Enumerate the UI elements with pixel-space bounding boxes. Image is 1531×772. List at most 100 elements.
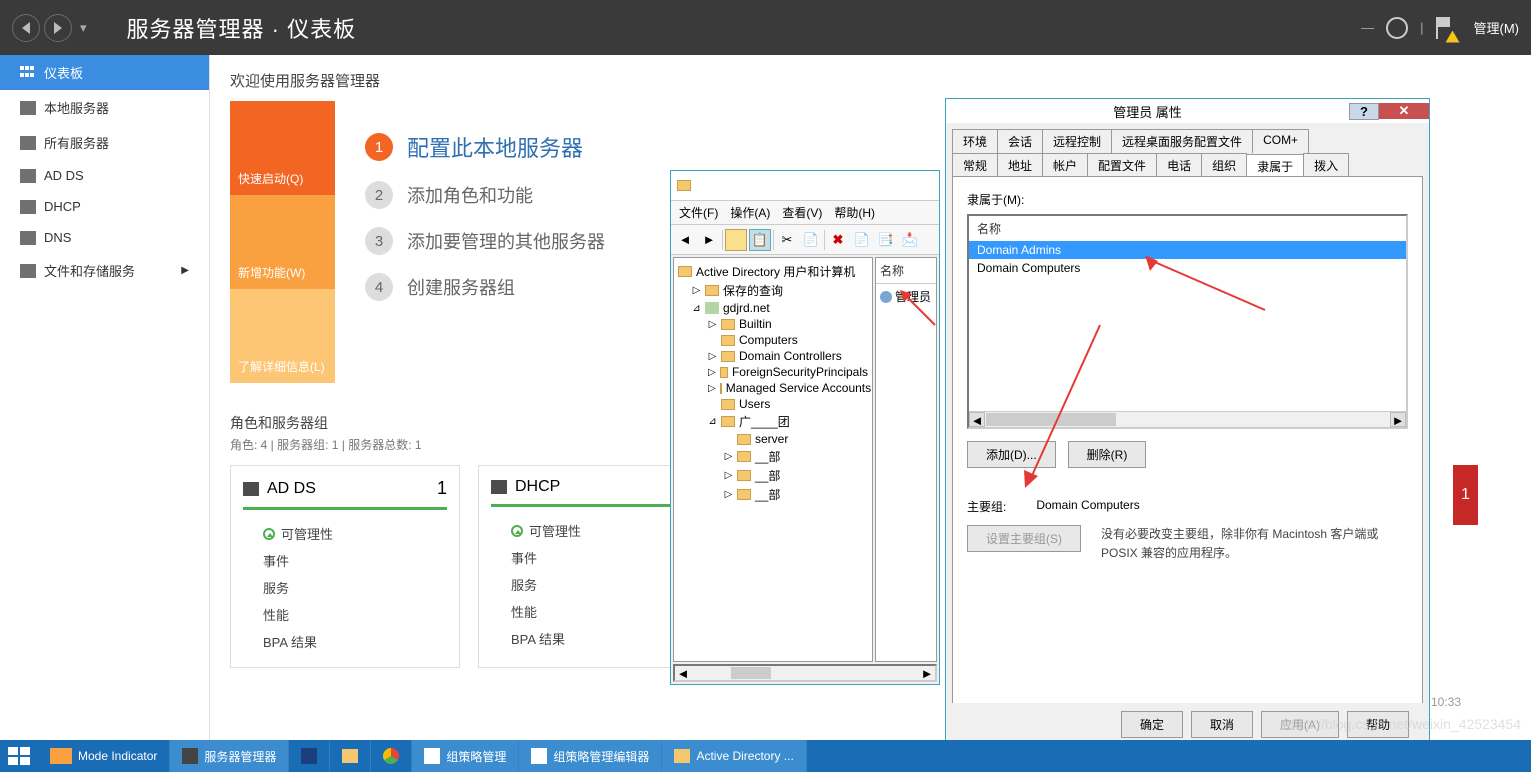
card-item[interactable]: 事件: [243, 547, 447, 574]
card-item[interactable]: 服务: [491, 571, 695, 598]
tree-node[interactable]: ▷__部: [678, 485, 868, 504]
tab-rds-profile[interactable]: 远程桌面服务配置文件: [1111, 129, 1253, 153]
notifications-flag-icon[interactable]: [1436, 17, 1454, 39]
nav-dropdown-icon[interactable]: ▾: [80, 20, 87, 36]
card-item[interactable]: 性能: [243, 601, 447, 628]
collapse-icon[interactable]: ⊿: [708, 417, 717, 426]
ok-button[interactable]: 确定: [1121, 711, 1183, 738]
tile-whatsnew[interactable]: 新增功能(W): [230, 195, 335, 289]
start-button[interactable]: [0, 740, 38, 772]
member-item-selected[interactable]: Domain Admins: [969, 241, 1406, 259]
ad-titlebar[interactable]: [671, 171, 939, 201]
taskbar-powershell[interactable]: [289, 740, 330, 772]
tab-remote-control[interactable]: 远程控制: [1042, 129, 1112, 153]
card-adds[interactable]: AD DS1 可管理性 事件 服务 性能 BPA 结果: [230, 465, 460, 668]
expand-icon[interactable]: ▷: [708, 352, 717, 361]
manage-menu[interactable]: 管理(M): [1474, 18, 1520, 37]
card-item[interactable]: BPA 结果: [243, 628, 447, 655]
taskbar-aduc[interactable]: Active Directory ...: [662, 740, 806, 772]
tree-node[interactable]: server: [678, 431, 868, 447]
forward-button[interactable]: [44, 14, 72, 42]
ad-scrollbar[interactable]: ◄►: [673, 664, 937, 682]
expand-icon[interactable]: ▷: [692, 286, 701, 295]
tab-address[interactable]: 地址: [997, 153, 1043, 177]
tab-profile[interactable]: 配置文件: [1087, 153, 1157, 177]
tab-dialin[interactable]: 拨入: [1303, 153, 1349, 177]
expand-icon[interactable]: ▷: [708, 320, 717, 329]
sidebar-item-file-storage[interactable]: 文件和存储服务▶: [0, 253, 209, 288]
sidebar-item-dns[interactable]: DNS: [0, 222, 209, 253]
tile-quickstart[interactable]: 快速启动(Q): [230, 101, 335, 195]
expand-icon[interactable]: ▷: [724, 452, 733, 461]
expand-icon[interactable]: ▷: [708, 368, 716, 377]
tree-node[interactable]: Users: [678, 396, 868, 412]
ad-tree[interactable]: Active Directory 用户和计算机 ▷保存的查询 ⊿gdjrd.ne…: [673, 257, 873, 662]
expand-icon[interactable]: ▷: [724, 471, 733, 480]
tree-root[interactable]: Active Directory 用户和计算机: [678, 262, 868, 281]
ad-list-pane[interactable]: 名称 管理员: [875, 257, 937, 662]
cut-icon[interactable]: ✂: [776, 229, 798, 251]
refresh-icon[interactable]: [1386, 17, 1408, 39]
step-add-roles[interactable]: 2添加角色和功能: [365, 181, 605, 209]
delete-icon[interactable]: ✖: [827, 229, 849, 251]
menu-file[interactable]: 文件(F): [679, 204, 718, 221]
tree-node[interactable]: ▷__部: [678, 466, 868, 485]
taskbar-mode-indicator[interactable]: Mode Indicator: [38, 740, 170, 772]
expand-icon[interactable]: ▷: [708, 384, 716, 393]
card-item[interactable]: 事件: [491, 544, 695, 571]
tab-session[interactable]: 会话: [997, 129, 1043, 153]
sidebar-item-adds[interactable]: AD DS: [0, 160, 209, 191]
list-item[interactable]: 管理员: [876, 284, 936, 309]
export-icon[interactable]: 📑: [875, 229, 897, 251]
taskbar-explorer[interactable]: [330, 740, 371, 772]
tree-node[interactable]: ▷ForeignSecurityPrincipals: [678, 364, 868, 380]
taskbar-gpmc[interactable]: 组策略管理: [412, 740, 519, 772]
add-button[interactable]: 添加(D)...: [967, 441, 1056, 468]
print-icon[interactable]: 📩: [899, 229, 921, 251]
remove-button[interactable]: 删除(R): [1068, 441, 1147, 468]
folder-up-icon[interactable]: [725, 229, 747, 251]
sidebar-item-all-servers[interactable]: 所有服务器: [0, 125, 209, 160]
taskbar-gpedit[interactable]: 组策略管理编辑器: [519, 740, 662, 772]
tree-node[interactable]: ▷保存的查询: [678, 281, 868, 300]
member-item[interactable]: Domain Computers: [969, 259, 1406, 277]
taskbar-chrome[interactable]: [371, 740, 412, 772]
collapse-icon[interactable]: ⊿: [692, 304, 701, 313]
card-item[interactable]: 性能: [491, 598, 695, 625]
properties-icon[interactable]: 📋: [749, 229, 771, 251]
tab-phone[interactable]: 电话: [1156, 153, 1202, 177]
tile-learnmore[interactable]: 了解详细信息(L): [230, 289, 335, 383]
menu-help[interactable]: 帮助(H): [834, 204, 875, 221]
tree-node[interactable]: ▷__部: [678, 447, 868, 466]
tree-node[interactable]: ⊿广____团: [678, 412, 868, 431]
tab-memberof[interactable]: 隶属于: [1246, 154, 1304, 178]
tree-node[interactable]: ▷Managed Service Accounts: [678, 380, 868, 396]
hscrollbar[interactable]: ◄►: [969, 411, 1406, 427]
menu-action[interactable]: 操作(A): [730, 204, 770, 221]
dialog-titlebar[interactable]: 管理员 属性 ? ✕: [946, 99, 1429, 123]
set-primary-group-button[interactable]: 设置主要组(S): [967, 525, 1081, 552]
list-header-name[interactable]: 名称: [969, 216, 1406, 241]
back-button[interactable]: [12, 14, 40, 42]
alert-card[interactable]: 1: [1453, 465, 1478, 525]
taskbar-server-manager[interactable]: 服务器管理器: [170, 740, 289, 772]
list-column-header[interactable]: 名称: [876, 258, 936, 284]
tab-org[interactable]: 组织: [1201, 153, 1247, 177]
sidebar-item-local-server[interactable]: 本地服务器: [0, 90, 209, 125]
card-item[interactable]: 可管理性: [491, 517, 695, 544]
tree-node[interactable]: Computers: [678, 332, 868, 348]
member-list[interactable]: 名称 Domain Admins Domain Computers ◄►: [967, 214, 1408, 429]
cancel-button[interactable]: 取消: [1191, 711, 1253, 738]
forward-icon[interactable]: ►: [698, 229, 720, 251]
expand-icon[interactable]: ▷: [724, 490, 733, 499]
tree-node[interactable]: ▷Builtin: [678, 316, 868, 332]
copy-icon[interactable]: 📄: [800, 229, 822, 251]
tree-node[interactable]: ▷Domain Controllers: [678, 348, 868, 364]
menu-view[interactable]: 查看(V): [782, 204, 822, 221]
sidebar-item-dashboard[interactable]: 仪表板: [0, 55, 209, 90]
tab-general[interactable]: 常规: [952, 153, 998, 177]
tab-env[interactable]: 环境: [952, 129, 998, 153]
card-item[interactable]: 可管理性: [243, 520, 447, 547]
tab-com[interactable]: COM+: [1252, 129, 1309, 153]
step-create-group[interactable]: 4创建服务器组: [365, 273, 605, 301]
